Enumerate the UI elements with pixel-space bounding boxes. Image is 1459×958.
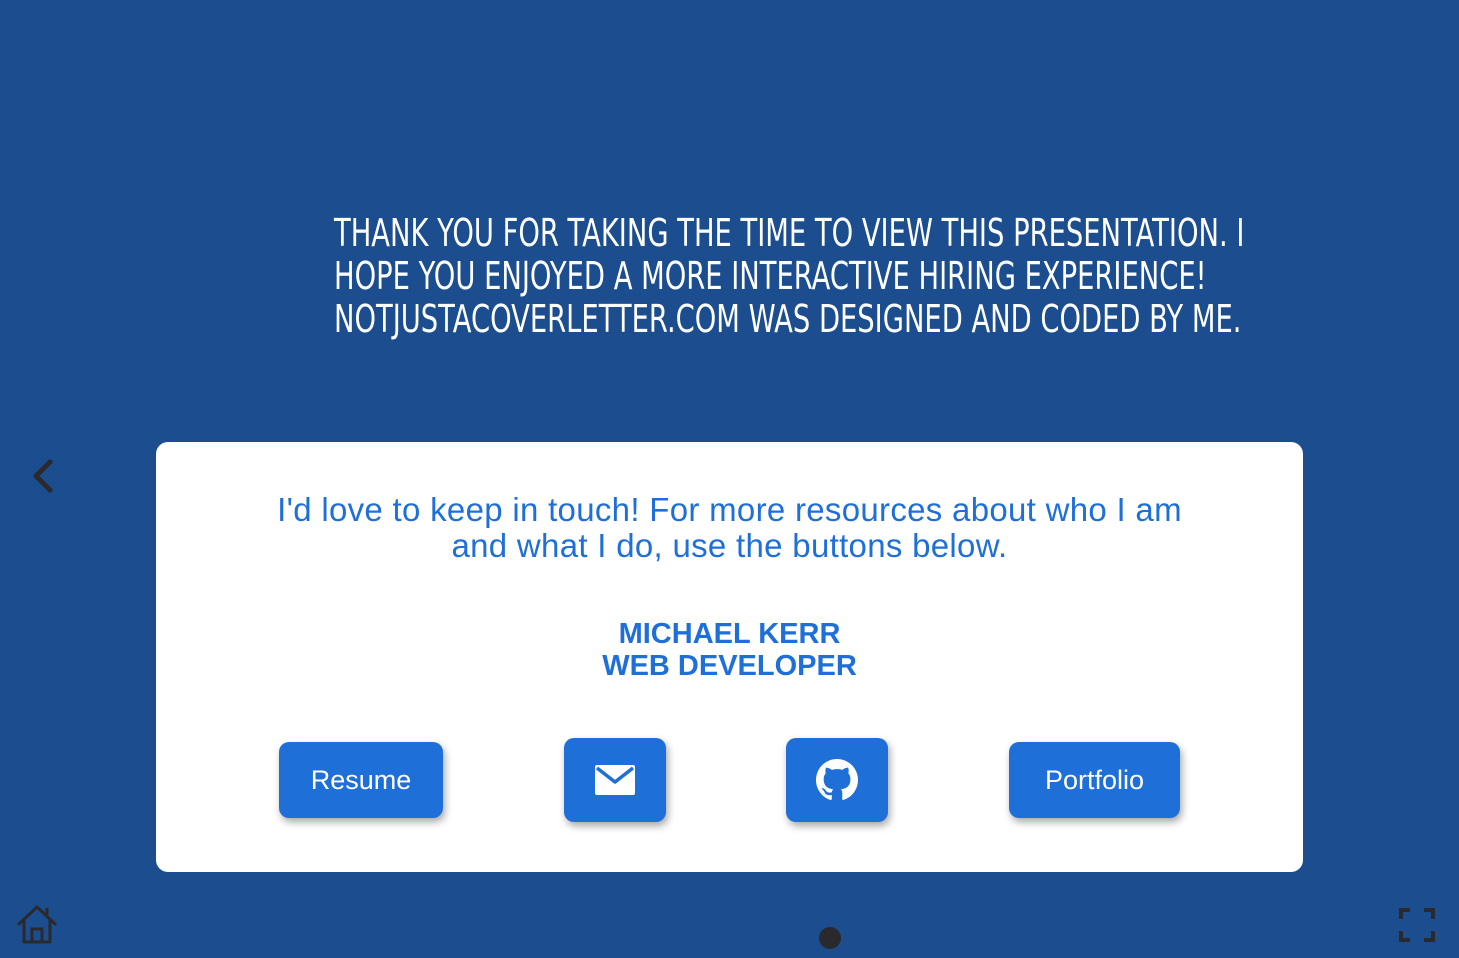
intro-line-2: and what I do, use the buttons below.	[451, 527, 1008, 564]
home-icon	[17, 905, 57, 944]
headline-line-1: THANK YOU FOR TAKING THE TIME TO VIEW TH…	[333, 211, 1245, 255]
home-button[interactable]	[16, 903, 58, 945]
fullscreen-icon	[1399, 908, 1435, 942]
headline-line-3: NOTJUSTACOVERLETTER.COM WAS DESIGNED AND…	[333, 297, 1242, 341]
slide-indicator-dot[interactable]	[819, 927, 841, 949]
name-block: MICHAEL KERR WEB DEVELOPER	[156, 618, 1303, 682]
person-role: WEB DEVELOPER	[602, 650, 857, 682]
github-button[interactable]	[786, 738, 888, 822]
fullscreen-button[interactable]	[1398, 907, 1436, 943]
resume-button[interactable]: Resume	[279, 742, 443, 818]
headline: THANK YOU FOR TAKING THE TIME TO VIEW TH…	[333, 211, 1245, 341]
person-name: MICHAEL KERR	[618, 618, 841, 650]
github-icon	[816, 759, 858, 800]
headline-line-2: HOPE YOU ENJOYED A MORE INTERACTIVE HIRI…	[333, 254, 1207, 298]
intro-text: I'd love to keep in touch! For more reso…	[216, 492, 1243, 564]
portfolio-button[interactable]: Portfolio	[1009, 742, 1180, 818]
previous-slide-button[interactable]	[28, 458, 58, 494]
intro-line-1: I'd love to keep in touch! For more reso…	[277, 491, 1182, 528]
contact-card: I'd love to keep in touch! For more reso…	[156, 442, 1303, 872]
email-button[interactable]	[564, 738, 666, 822]
chevron-left-icon	[33, 459, 53, 493]
envelope-icon	[595, 765, 635, 795]
